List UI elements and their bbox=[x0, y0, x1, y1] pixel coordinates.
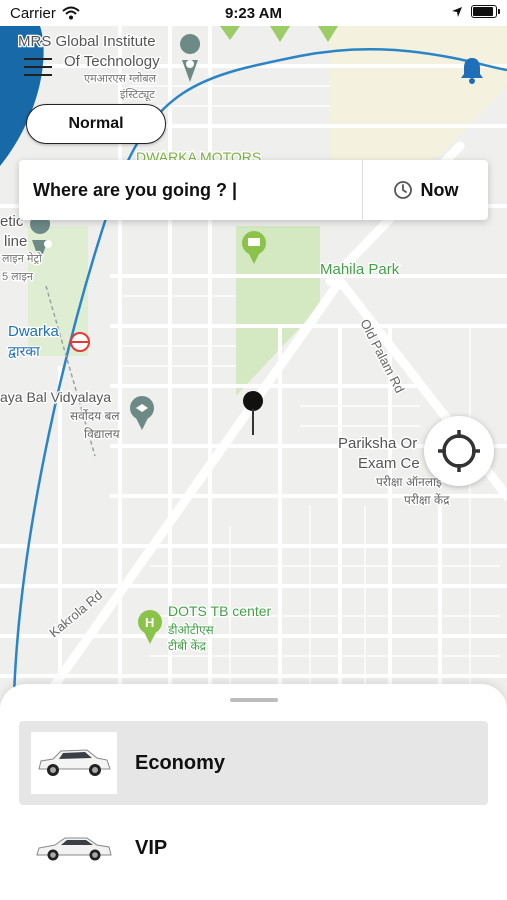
ride-option-label: Economy bbox=[135, 751, 226, 774]
economy-car-image bbox=[31, 732, 117, 794]
status-bar: Carrier 9:23 AM bbox=[0, 0, 507, 26]
map-label: Pariksha Or bbox=[338, 435, 417, 452]
destination-search-bar[interactable]: Where are you going ? | Now bbox=[19, 160, 488, 220]
suv-car-icon bbox=[38, 749, 111, 776]
ride-option-vip[interactable]: VIP bbox=[19, 806, 488, 890]
map-label: aya Bal Vidyalaya bbox=[0, 389, 111, 405]
crosshair-icon bbox=[438, 430, 480, 472]
map-label: DOTS TB center bbox=[168, 603, 272, 619]
location-arrow-icon bbox=[452, 6, 462, 17]
destination-input[interactable]: Where are you going ? | bbox=[19, 180, 362, 201]
clock-icon bbox=[393, 181, 412, 199]
metro-station-icon bbox=[70, 332, 90, 352]
schedule-button[interactable]: Now bbox=[363, 180, 488, 201]
map-label: एमआरएस ग्लोबल bbox=[84, 72, 157, 85]
map-label: Of Technology bbox=[64, 53, 160, 70]
map-label: line bbox=[4, 233, 27, 250]
map-label: टीबी केंद्र bbox=[168, 639, 207, 653]
my-location-button[interactable] bbox=[424, 416, 494, 486]
map-label: सर्वोदय बल bbox=[70, 409, 120, 423]
map-label: लाइन मेट्रो bbox=[2, 252, 42, 265]
ride-options-sheet[interactable]: Economy VIP bbox=[0, 684, 507, 900]
clock-time: 9:23 AM bbox=[225, 5, 282, 22]
hamburger-menu-button[interactable] bbox=[24, 58, 52, 80]
ride-option-label: VIP bbox=[135, 836, 168, 859]
map-label: परीक्षा ऑनलाइ bbox=[376, 475, 443, 489]
schedule-label: Now bbox=[420, 179, 459, 200]
map-label: Mahila Park bbox=[320, 261, 400, 278]
ride-mode-button[interactable]: Normal bbox=[26, 104, 166, 144]
battery-icon bbox=[471, 5, 500, 18]
map-label: Dwarka bbox=[8, 323, 60, 340]
pickup-pin-icon bbox=[243, 391, 263, 435]
vip-car-image bbox=[31, 817, 117, 879]
sheet-drag-handle[interactable] bbox=[230, 698, 278, 702]
sedan-car-icon bbox=[36, 837, 112, 861]
map-label: द्वारका bbox=[8, 343, 40, 359]
map-label: 5 लाइन bbox=[2, 271, 34, 283]
map-label: विद्यालय bbox=[84, 427, 121, 441]
map-label: MRS Global Institute bbox=[18, 33, 156, 50]
map-label: इंस्टिट्यूट bbox=[120, 88, 155, 102]
ride-option-economy[interactable]: Economy bbox=[19, 721, 488, 805]
svg-text:H: H bbox=[145, 615, 154, 630]
map-label: डीओटीएस bbox=[167, 623, 215, 637]
ride-mode-label: Normal bbox=[68, 115, 124, 132]
notification-bell-icon[interactable] bbox=[459, 56, 485, 84]
map-label: Exam Ce bbox=[358, 455, 420, 472]
map-label: परीक्षा केंद्र bbox=[404, 493, 450, 507]
